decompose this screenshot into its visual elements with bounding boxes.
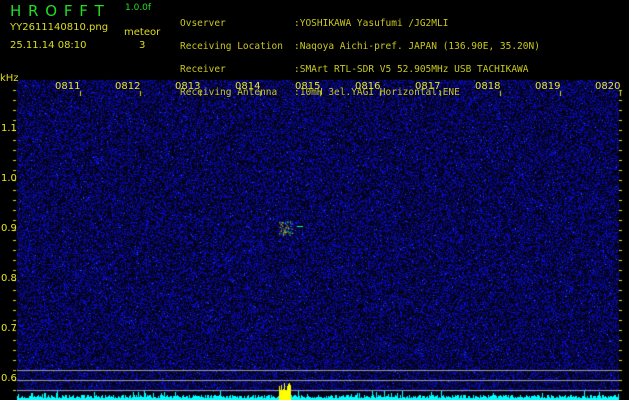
file-datetime: 25.11.14 08:10 xyxy=(10,40,87,51)
info-values: :YOSHIKAWA Yasufumi /JG2MLI :Naqoya Aich… xyxy=(294,6,540,110)
x-tick-label: 0813 xyxy=(175,81,201,92)
file-name: YY2611140810.png xyxy=(10,22,109,33)
app-version: 1.0.0f xyxy=(125,3,152,13)
y-tick-label: 0.7 xyxy=(1,323,17,334)
meteor-label: meteor xyxy=(124,27,161,38)
info-label: Ovserver xyxy=(180,17,226,29)
x-tick-label: 0817 xyxy=(415,81,441,92)
x-tick-label: 0812 xyxy=(115,81,141,92)
meteor-count: 3 xyxy=(139,40,146,51)
app-title: H R O F F T xyxy=(10,2,105,20)
x-tick-label: 0816 xyxy=(355,81,381,92)
y-tick-label: 0.9 xyxy=(1,223,17,234)
info-label: Receiving Location xyxy=(180,40,283,52)
info-labels: Ovserver Receiving Location Receiver Rec… xyxy=(180,6,283,110)
x-tick-label: 0814 xyxy=(235,81,261,92)
info-value: :Naqoya Aichi-pref. JAPAN (136.90E, 35.2… xyxy=(294,40,540,52)
y-axis-unit: kHz xyxy=(0,73,19,84)
x-tick-label: 0815 xyxy=(295,81,321,92)
x-tick-label: 0811 xyxy=(55,81,81,92)
y-tick-label: 1.1 xyxy=(1,123,17,134)
y-tick-label: 1.0 xyxy=(1,173,17,184)
hrofft-window: H R O F F T 1.0.0f YY2611140810.png 25.1… xyxy=(0,0,629,400)
y-tick-label: 0.8 xyxy=(1,273,17,284)
x-tick-label: 0819 xyxy=(535,81,561,92)
x-tick-label: 0818 xyxy=(475,81,501,92)
info-value: :YOSHIKAWA Yasufumi /JG2MLI xyxy=(294,17,449,29)
info-label: Receiver xyxy=(180,63,226,75)
x-tick-label: 0820 xyxy=(595,81,621,92)
y-tick-label: 0.6 xyxy=(1,373,17,384)
info-value: :SMArt RTL-SDR V5 52.905MHz USB TACHIKAW… xyxy=(294,63,529,75)
